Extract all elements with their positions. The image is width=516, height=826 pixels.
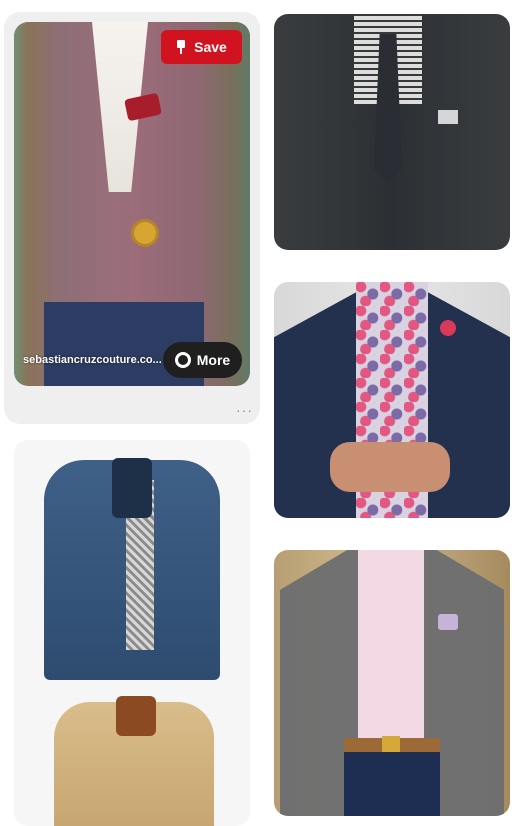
image-detail (438, 614, 458, 630)
image-detail (134, 222, 156, 244)
pin-image-grey-blazer[interactable] (274, 550, 510, 816)
image-detail (440, 320, 456, 336)
circle-icon (174, 352, 191, 368)
image-detail (116, 696, 156, 736)
source-domain-link[interactable]: sebastiancruzcouture.co... (23, 354, 162, 366)
image-detail (330, 442, 450, 492)
pin-image-maroon-blazer[interactable] (14, 22, 250, 386)
image-detail (358, 550, 424, 740)
save-button[interactable]: Save (161, 30, 242, 64)
image-detail (112, 458, 152, 518)
pin-image-charcoal-suit[interactable] (274, 14, 510, 250)
more-button[interactable]: More (163, 342, 242, 378)
image-detail (344, 752, 440, 816)
pin-image-navy-jacket[interactable] (14, 440, 250, 826)
image-detail (438, 110, 458, 124)
more-dots-icon[interactable]: ··· (236, 402, 253, 418)
pin-image-floral-shirt[interactable] (274, 282, 510, 518)
more-label: More (196, 352, 231, 368)
save-label: Save (194, 39, 227, 55)
pin-icon (176, 40, 186, 54)
